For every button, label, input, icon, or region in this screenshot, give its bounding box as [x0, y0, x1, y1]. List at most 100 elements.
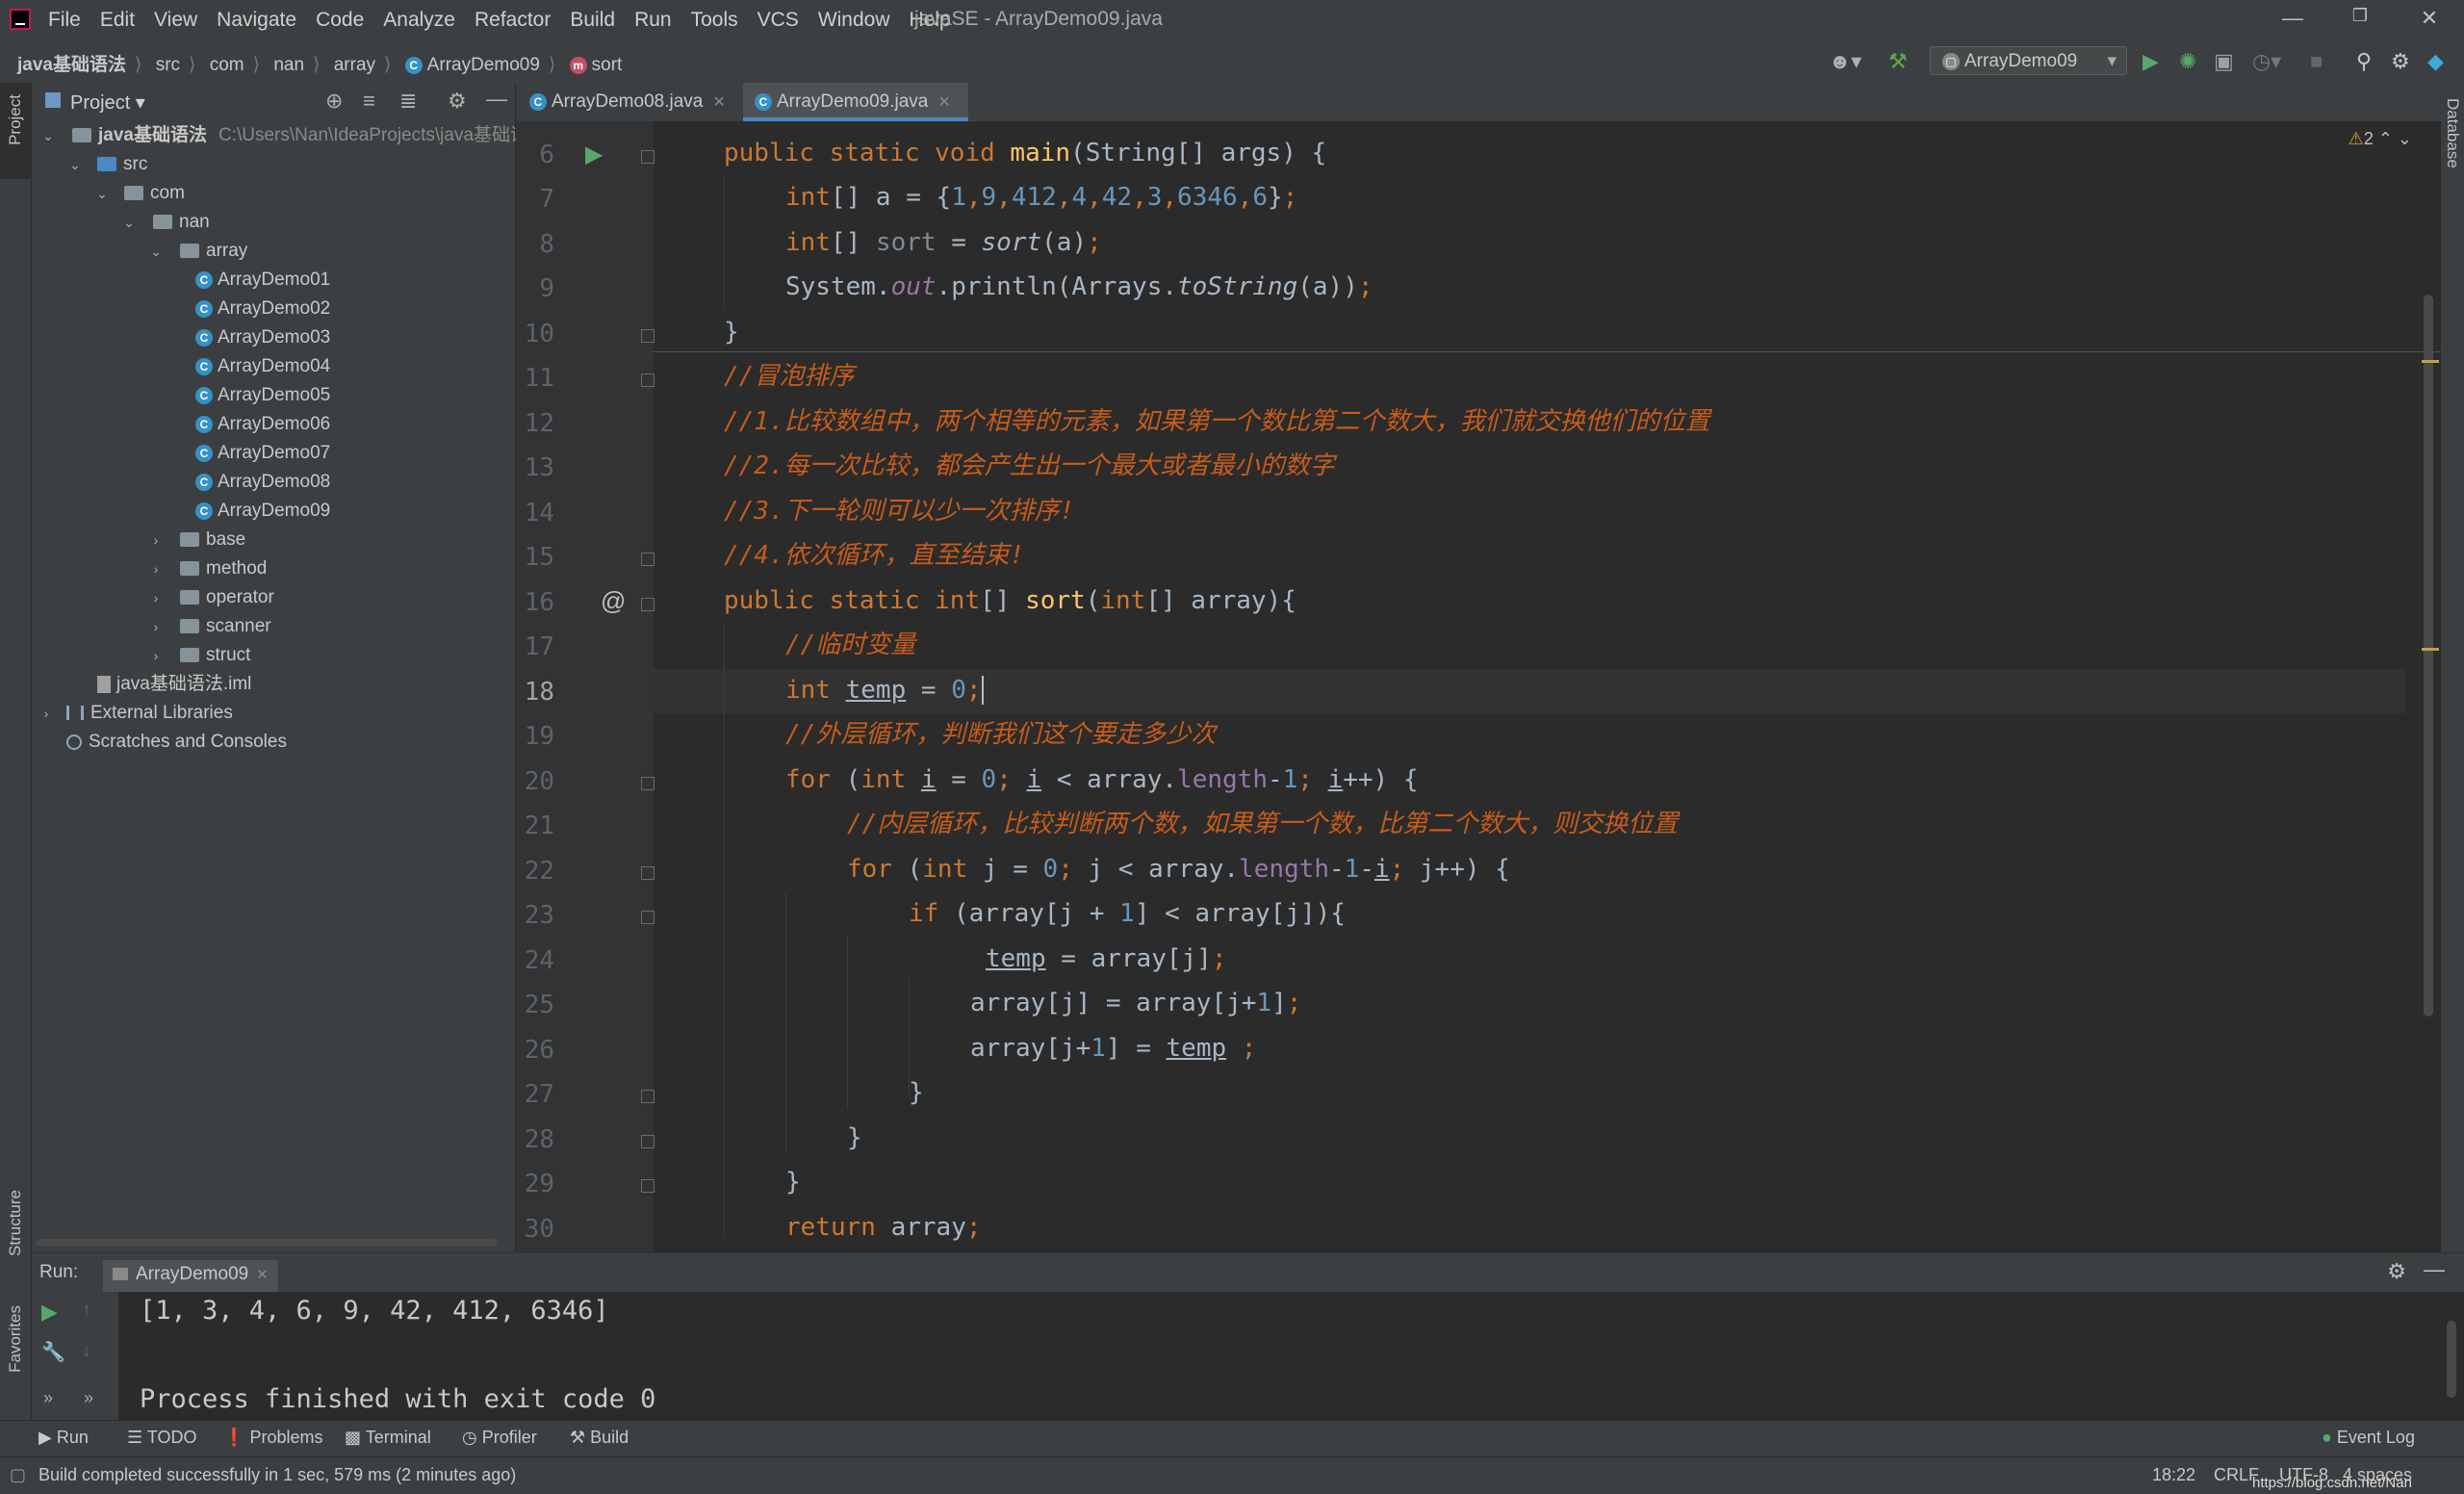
breadcrumb-src[interactable]: src [156, 55, 180, 75]
tree-item-package[interactable]: › base [32, 526, 515, 554]
tree-item-class[interactable]: C ArrayDemo04 [32, 352, 515, 381]
tree-item-root[interactable]: ⌄ java基础语法 C:\Users\Nan\IdeaProjects\java基… [32, 121, 528, 150]
fold-icon[interactable] [641, 329, 654, 343]
menu-vcs[interactable]: VCS [757, 9, 799, 32]
tree-item-class[interactable]: C ArrayDemo01 [32, 266, 515, 295]
favorites-tool-tab[interactable]: Favorites [6, 1305, 25, 1373]
tool-terminal[interactable]: ▩ Terminal [345, 1428, 431, 1448]
close-icon[interactable]: ✕ [2410, 6, 2449, 31]
menu-code[interactable]: Code [316, 9, 364, 32]
close-tab-icon[interactable]: ✕ [256, 1267, 269, 1283]
structure-tool-tab[interactable]: Structure [6, 1190, 25, 1256]
project-tool-tab[interactable]: Project [6, 94, 25, 145]
fold-icon[interactable] [641, 1135, 654, 1148]
tree-item-class[interactable]: C ArrayDemo03 [32, 323, 515, 352]
more-icon[interactable]: » [84, 1388, 93, 1408]
fold-icon[interactable] [641, 598, 654, 611]
tool-todo[interactable]: ☰ TODO [127, 1428, 197, 1448]
tool-problems[interactable]: ❗ Problems [223, 1428, 322, 1448]
hide-panel-icon[interactable]: — [486, 87, 507, 112]
tree-item-iml[interactable]: java基础语法.iml [32, 670, 515, 699]
tree-item-com[interactable]: ⌄ com [32, 179, 515, 208]
gear-icon[interactable]: ⚙ [448, 89, 467, 114]
tree-item-package[interactable]: › method [32, 554, 515, 583]
menu-file[interactable]: File [48, 9, 81, 32]
menu-build[interactable]: Build [570, 9, 615, 32]
plugin-icon[interactable]: ◆ [2427, 49, 2444, 74]
up-arrow-icon[interactable]: ↑ [82, 1300, 91, 1322]
fold-icon[interactable] [641, 553, 654, 566]
breadcrumb-method[interactable]: sort [592, 55, 623, 75]
fold-icon[interactable] [641, 866, 654, 880]
debug-icon[interactable]: ✺ [2179, 49, 2196, 74]
breadcrumb-com[interactable]: com [210, 55, 244, 75]
build-hammer-icon[interactable]: ⚒ [1888, 49, 1908, 74]
menu-navigate[interactable]: Navigate [217, 9, 296, 32]
tab-arraydemo08[interactable]: C ArrayDemo08.java ✕ [516, 83, 739, 121]
menu-tools[interactable]: Tools [691, 9, 738, 32]
run-gutter-icon[interactable]: ▶ [585, 141, 603, 168]
tree-item-class[interactable]: C ArrayDemo07 [32, 439, 515, 468]
tool-profiler[interactable]: ◷ Profiler [462, 1428, 537, 1448]
menu-view[interactable]: View [154, 9, 197, 32]
breadcrumb-nan[interactable]: nan [273, 55, 304, 75]
tree-item-class[interactable]: C ArrayDemo05 [32, 381, 515, 410]
search-icon[interactable]: ⚲ [2356, 49, 2372, 74]
down-arrow-icon[interactable]: ↓ [82, 1340, 91, 1362]
database-tool-tab[interactable]: Database [2443, 98, 2462, 168]
tree-item-package[interactable]: › struct [32, 641, 515, 670]
wrench-icon[interactable]: 🔧 [41, 1340, 65, 1364]
hide-panel-icon[interactable]: — [2424, 1257, 2445, 1282]
tree-item-scratches[interactable]: Scratches and Consoles [32, 728, 515, 757]
tab-arraydemo09[interactable]: C ArrayDemo09.java ✕ [743, 83, 968, 121]
tree-item-package[interactable]: › scanner [32, 612, 515, 641]
horizontal-scrollbar[interactable] [36, 1239, 498, 1247]
close-tab-icon[interactable]: ✕ [937, 94, 950, 111]
caret-position[interactable]: 18:22 [2152, 1465, 2195, 1485]
menu-run[interactable]: Run [634, 9, 672, 32]
tool-build[interactable]: ⚒ Build [570, 1428, 629, 1448]
fold-icon[interactable] [641, 150, 654, 164]
event-log[interactable]: ● Event Log [2322, 1428, 2415, 1448]
editor-scrollbar[interactable] [2424, 295, 2433, 1017]
tree-item-array[interactable]: ⌄ array [32, 237, 515, 266]
tree-item-nan[interactable]: ⌄ nan [32, 208, 515, 237]
tree-item-class[interactable]: C ArrayDemo02 [32, 295, 515, 323]
tree-item-package[interactable]: › operator [32, 583, 515, 612]
menu-edit[interactable]: Edit [100, 9, 135, 32]
fold-icon[interactable] [641, 911, 654, 924]
run-icon[interactable]: ▶ [2143, 49, 2159, 74]
tree-item-external-libraries[interactable]: › External Libraries [32, 699, 515, 728]
status-toggle-icon[interactable]: ▢ [10, 1465, 26, 1485]
menu-window[interactable]: Window [818, 9, 890, 32]
fold-icon[interactable] [641, 374, 654, 387]
locate-icon[interactable]: ⊕ [325, 89, 343, 114]
close-tab-icon[interactable]: ✕ [712, 94, 725, 111]
fold-icon[interactable] [641, 1090, 654, 1103]
breadcrumb-class[interactable]: ArrayDemo09 [427, 55, 540, 75]
profile-icon[interactable]: ◷▾ [2252, 49, 2281, 74]
user-icon[interactable]: ☻▾ [1829, 49, 1861, 74]
tool-run[interactable]: ▶ Run [38, 1428, 89, 1448]
fold-icon[interactable] [641, 777, 654, 790]
inspection-widget[interactable]: ⚠2 ⌃ ⌄ [2348, 129, 2412, 149]
minimize-icon[interactable]: — [2273, 6, 2312, 31]
more-icon[interactable]: » [43, 1388, 53, 1408]
gear-icon[interactable]: ⚙ [2387, 1259, 2406, 1284]
tree-item-src[interactable]: ⌄ src [32, 150, 515, 179]
menu-analyze[interactable]: Analyze [383, 9, 455, 32]
coverage-icon[interactable]: ▣ [2214, 49, 2234, 74]
breadcrumb-project[interactable]: java基础语法 [17, 55, 126, 75]
fold-icon[interactable] [641, 1179, 654, 1193]
restore-icon[interactable]: ❐ [2341, 6, 2379, 26]
code-editor[interactable]: ⚠2 ⌃ ⌄ 6 7 8 9 10 11 12 13 14 15 16 17 1… [516, 121, 2441, 1252]
collapse-all-icon[interactable]: ≣ [399, 89, 417, 114]
run-tab[interactable]: ArrayDemo09 ✕ [103, 1260, 278, 1292]
rerun-icon[interactable]: ▶ [41, 1300, 58, 1325]
expand-all-icon[interactable]: ≡ [363, 89, 375, 114]
project-panel-title[interactable]: Project ▾ [70, 90, 145, 115]
tree-item-class[interactable]: C ArrayDemo08 [32, 468, 515, 497]
console-scrollbar[interactable] [2447, 1321, 2456, 1398]
breadcrumb-array[interactable]: array [334, 55, 375, 75]
tree-item-class[interactable]: C ArrayDemo09 [32, 497, 515, 526]
